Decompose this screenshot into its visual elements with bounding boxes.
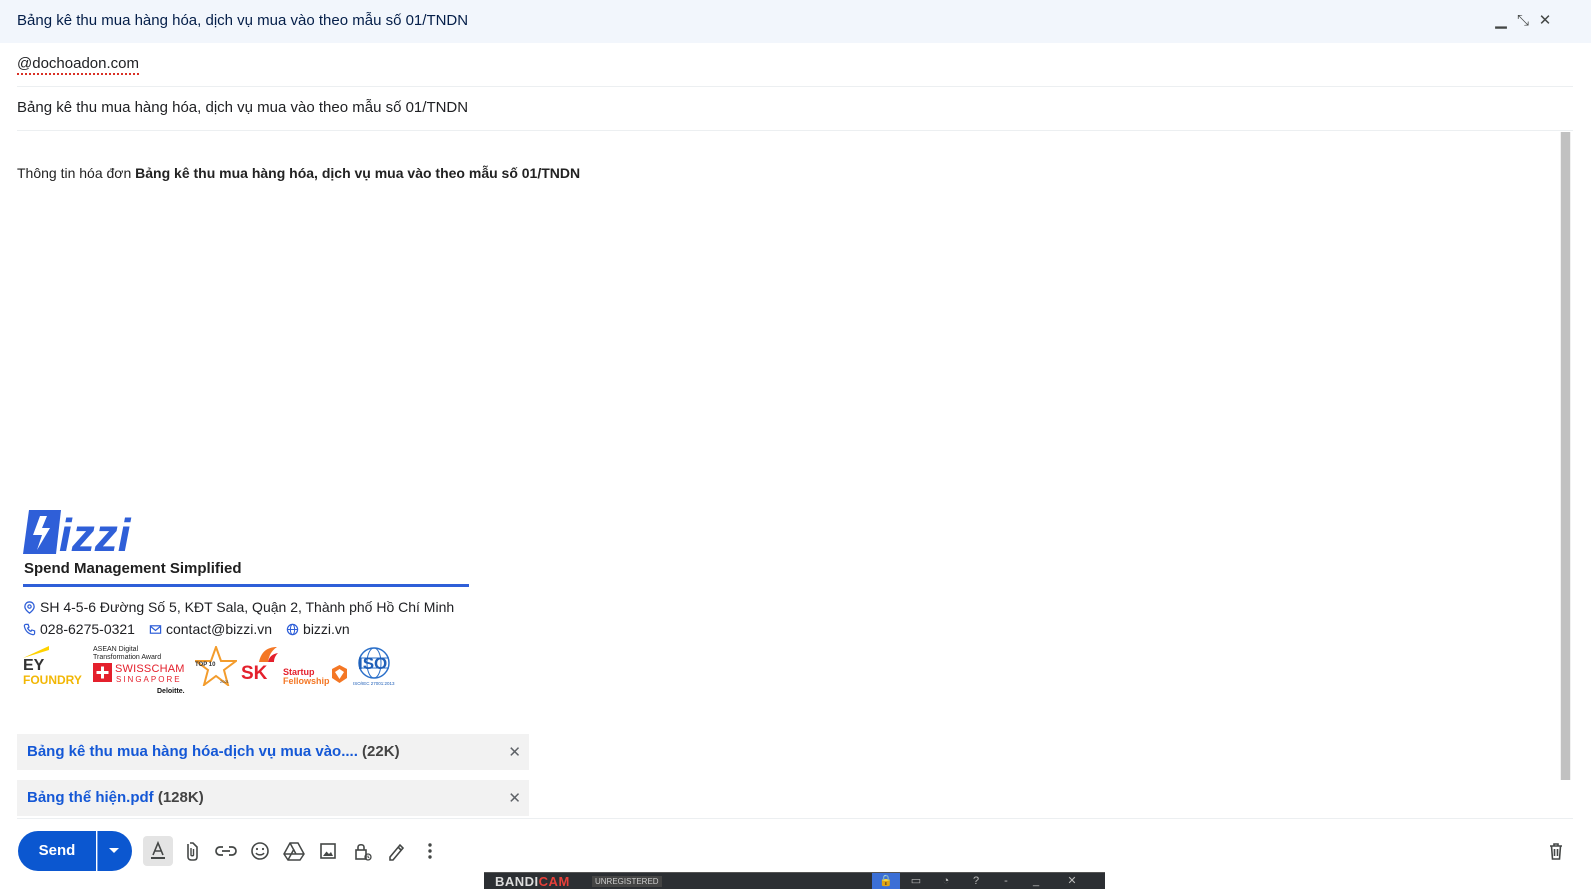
recipients-field[interactable]: @dochoadon.com	[17, 43, 1573, 87]
drive-icon	[283, 842, 305, 861]
minimize-icon[interactable]: -	[992, 873, 1020, 889]
attachment-size: (128K)	[153, 789, 204, 806]
attachment-name-link[interactable]: Bảng thể hiện.pdf (128K)	[27, 789, 204, 806]
subject-input[interactable]: Bảng kê thu mua hàng hóa, dịch vụ mua và…	[17, 99, 468, 116]
message-prefix: Thông tin hóa đơn	[17, 165, 136, 181]
attachment-chip[interactable]: Bảng thể hiện.pdf (128K) ✕	[17, 780, 529, 816]
remove-attachment-icon[interactable]: ✕	[508, 743, 521, 761]
more-options-button[interactable]	[415, 836, 445, 866]
folder-icon[interactable]: ▭	[902, 873, 930, 889]
trash-icon	[1550, 843, 1562, 860]
message-bold: Bảng kê thu mua hàng hóa, dịch vụ mua và…	[135, 165, 581, 181]
asean-line1: ASEAN Digital	[93, 646, 139, 653]
attachment-filename: Bảng kê thu mua hàng hóa-dịch vụ mua vào…	[27, 743, 358, 760]
close-icon[interactable]: ✕	[1536, 12, 1554, 30]
attachment-size: (22K)	[357, 743, 400, 760]
insert-drive-button[interactable]	[279, 836, 309, 866]
confidential-icon	[355, 843, 372, 861]
svg-text:izzi: izzi	[59, 509, 132, 556]
signature-icon	[389, 843, 405, 861]
send-options-button[interactable]	[97, 831, 132, 871]
send-button[interactable]: Send	[18, 831, 96, 871]
recipient-chip[interactable]: @dochoadon.com	[17, 55, 139, 75]
top10-year: 2021	[220, 679, 229, 684]
help-icon[interactable]: ?	[962, 873, 990, 889]
minimize-icon[interactable]: ▁	[1492, 12, 1510, 30]
sk-butterfly-icon	[259, 647, 278, 662]
discard-draft-button[interactable]	[1541, 836, 1571, 866]
top10-text: TOP 10	[195, 662, 216, 668]
insert-signature-button[interactable]	[381, 836, 411, 866]
signature-address: SH 4-5-6 Đường Số 5, KĐT Sala, Quận 2, T…	[23, 599, 454, 615]
mail-icon	[149, 624, 162, 634]
remove-attachment-icon[interactable]: ✕	[508, 789, 521, 807]
photo-icon	[320, 843, 336, 859]
bandicam-logo: BANDICAM	[495, 874, 570, 889]
scrollbar-thumb[interactable]	[1561, 132, 1570, 780]
signature-contacts: 028-6275-0321 contact@bizzi.vn bizzi.vn	[23, 621, 350, 637]
compose-window: Bảng kê thu mua hàng hóa, dịch vụ mua và…	[0, 0, 1591, 889]
sk-text: SK	[241, 663, 268, 684]
fellowship-text: Fellowship	[283, 676, 330, 686]
phone-icon	[23, 623, 36, 635]
close-icon[interactable]: ✕	[1058, 873, 1086, 889]
subject-field[interactable]: Bảng kê thu mua hàng hóa, dịch vụ mua và…	[17, 87, 1573, 131]
bizzi-logo: izzi	[23, 509, 132, 556]
iso-sub-text: ISO/IEC 27001:2013	[353, 681, 395, 686]
address-text: SH 4-5-6 Đường Số 5, KĐT Sala, Quận 2, T…	[40, 599, 455, 615]
website-link[interactable]: bizzi.vn	[303, 621, 350, 637]
lock-icon[interactable]: 🔒	[872, 873, 900, 889]
fellowship-emblem-icon	[332, 665, 347, 683]
asean-line2: Transformation Award	[93, 654, 162, 661]
clock-icon[interactable]: ◔	[932, 873, 960, 889]
bandicam-overlay: BANDICAM UNREGISTERED 🔒 ▭ ◔ ? - _ ✕	[484, 872, 1105, 889]
attachment-filename: Bảng thể hiện.pdf	[27, 789, 154, 806]
exit-fullscreen-icon[interactable]: ⤡	[1514, 12, 1532, 30]
formatting-icon	[151, 840, 165, 859]
footer-divider	[17, 818, 1573, 819]
iso-text: ISO	[358, 654, 388, 673]
compose-title: Bảng kê thu mua hàng hóa, dịch vụ mua và…	[17, 12, 469, 29]
foundry-text: FOUNDRY	[23, 673, 82, 687]
attachment-name-link[interactable]: Bảng kê thu mua hàng hóa-dịch vụ mua vào…	[27, 743, 400, 760]
swiss-flag-icon	[93, 663, 112, 682]
attach-files-button[interactable]	[177, 836, 207, 866]
confidential-mode-button[interactable]	[347, 836, 377, 866]
bandicam-status: UNREGISTERED	[592, 876, 662, 887]
attachment-chip[interactable]: Bảng kê thu mua hàng hóa-dịch vụ mua vào…	[17, 734, 529, 770]
emoji-icon	[251, 842, 269, 860]
body-scrollbar[interactable]	[1560, 132, 1571, 780]
minimize-tray-icon[interactable]: _	[1022, 873, 1050, 889]
more-options-icon	[428, 843, 432, 859]
insert-photo-button[interactable]	[313, 836, 343, 866]
ey-text: EY	[23, 657, 45, 674]
phone-text: 028-6275-0321	[40, 621, 135, 637]
deloitte-text: Deloitte.	[157, 688, 185, 695]
compose-titlebar[interactable]: Bảng kê thu mua hàng hóa, dịch vụ mua và…	[0, 0, 1591, 43]
singapore-text: SINGAPORE	[116, 675, 182, 684]
email-link[interactable]: contact@bizzi.vn	[166, 621, 272, 637]
formatting-options-button[interactable]	[143, 836, 173, 866]
message-body[interactable]: Thông tin hóa đơn Bảng kê thu mua hàng h…	[17, 165, 580, 181]
attach-icon	[187, 842, 198, 861]
signature-tagline: Spend Management Simplified	[24, 560, 242, 577]
insert-emoji-button[interactable]	[245, 836, 275, 866]
chevron-down-icon	[109, 848, 119, 853]
insert-link-button[interactable]	[211, 836, 241, 866]
award-badges: EY FOUNDRY ASEAN Digital Transformation …	[23, 646, 423, 702]
swisscham-text: SWISSCHAM	[115, 663, 185, 675]
signature-divider	[23, 584, 469, 587]
globe-icon	[286, 623, 299, 635]
location-pin-icon	[24, 600, 35, 614]
link-icon	[215, 846, 237, 856]
